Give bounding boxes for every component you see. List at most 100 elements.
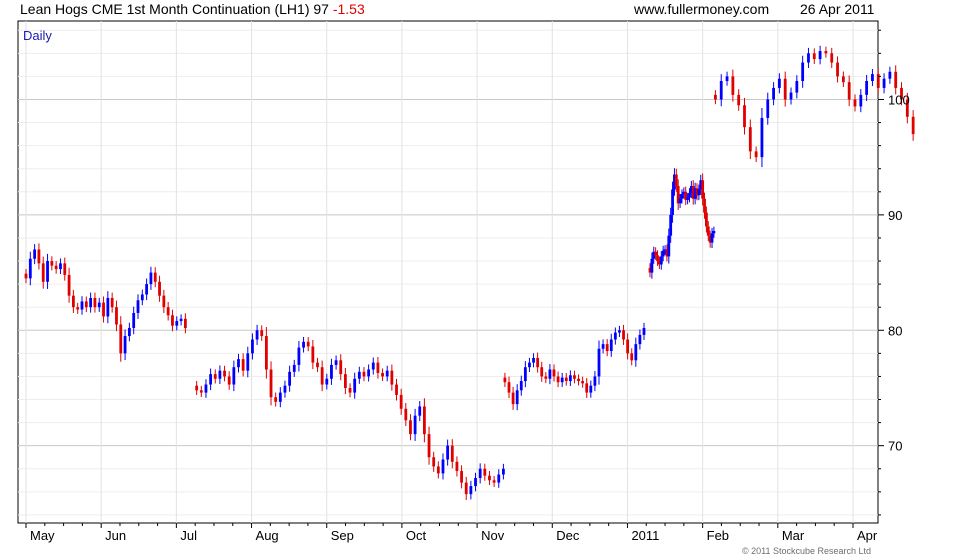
candle-body bbox=[630, 353, 634, 361]
candle-body bbox=[334, 360, 338, 365]
candle-body bbox=[260, 330, 264, 337]
candle-body bbox=[404, 408, 408, 421]
candle-body bbox=[33, 249, 37, 259]
candle-body bbox=[577, 378, 580, 382]
candle-body bbox=[232, 367, 236, 385]
candle-body bbox=[731, 76, 735, 95]
period-label: Daily bbox=[23, 28, 52, 43]
candle-body bbox=[357, 371, 361, 379]
candle-body bbox=[674, 174, 678, 187]
candle-body bbox=[136, 300, 140, 313]
candle-body bbox=[297, 347, 301, 365]
candle-body bbox=[123, 336, 127, 354]
candle-body bbox=[367, 369, 371, 377]
candle-body bbox=[622, 330, 625, 340]
candle-body bbox=[686, 197, 689, 200]
candle-body bbox=[432, 457, 436, 467]
candle-body bbox=[63, 263, 67, 275]
candle-body bbox=[171, 315, 174, 326]
candle-body bbox=[871, 74, 874, 82]
candle-body bbox=[288, 371, 292, 386]
candle-body bbox=[246, 353, 250, 371]
candle-body bbox=[601, 344, 605, 349]
candle-body bbox=[446, 445, 450, 460]
candle-body bbox=[436, 466, 440, 474]
candle-body bbox=[766, 99, 770, 118]
candle-body bbox=[540, 367, 544, 377]
candle-body bbox=[353, 378, 357, 393]
candle-body bbox=[748, 127, 752, 152]
y-axis: 70 80 90 100 bbox=[878, 29, 910, 516]
y-tick-label: 100 bbox=[888, 92, 910, 107]
candle-body bbox=[278, 392, 282, 402]
candle-body bbox=[609, 339, 613, 352]
candle-body bbox=[409, 420, 412, 435]
candle-body bbox=[325, 378, 329, 385]
candle-body bbox=[503, 377, 507, 383]
candle-body bbox=[302, 341, 305, 348]
candle-body bbox=[560, 377, 564, 383]
candle-body bbox=[251, 339, 254, 354]
candle-body bbox=[469, 486, 473, 495]
candle-body bbox=[395, 384, 398, 395]
candle-body bbox=[175, 321, 179, 326]
candle-body bbox=[859, 94, 863, 107]
candle-body bbox=[371, 362, 375, 370]
candle-body bbox=[460, 471, 463, 483]
candle-body bbox=[362, 371, 366, 377]
candle-body bbox=[488, 475, 491, 481]
candle-body bbox=[127, 327, 131, 337]
candle-body bbox=[777, 78, 781, 88]
candle-body bbox=[703, 198, 706, 213]
candle-body bbox=[642, 327, 646, 335]
candle-body bbox=[911, 116, 915, 135]
candle-body bbox=[84, 301, 88, 308]
candle-body bbox=[737, 94, 741, 106]
candle-body bbox=[783, 78, 787, 100]
candle-body bbox=[894, 71, 898, 88]
candle-body bbox=[483, 468, 487, 476]
candle-body bbox=[697, 189, 701, 196]
candle-body bbox=[274, 397, 278, 402]
candle-body bbox=[544, 376, 548, 379]
candle-body bbox=[743, 105, 746, 128]
candle-body bbox=[149, 272, 153, 285]
candle-body bbox=[552, 369, 556, 377]
candle-body bbox=[634, 344, 638, 361]
candle-body bbox=[585, 383, 589, 393]
candle-body bbox=[153, 272, 157, 282]
x-tick-label: Jun bbox=[105, 528, 126, 543]
candle-body bbox=[204, 384, 208, 393]
candle-body bbox=[441, 459, 445, 474]
candle-body bbox=[339, 360, 343, 375]
candle-body bbox=[464, 482, 468, 495]
candle-body bbox=[227, 376, 231, 385]
candle-body bbox=[67, 274, 71, 296]
candle-body bbox=[54, 265, 58, 270]
candle-body bbox=[76, 307, 80, 310]
candle-body bbox=[789, 92, 793, 100]
candle-body bbox=[593, 376, 597, 386]
copyright-text: © 2011 Stockcube Research Ltd bbox=[742, 546, 872, 556]
candle-body bbox=[613, 332, 617, 340]
candle-body bbox=[209, 374, 213, 385]
candle-body bbox=[330, 364, 333, 379]
candle-body bbox=[853, 99, 857, 107]
candle-body bbox=[656, 255, 659, 262]
x-tick-label: Oct bbox=[406, 528, 427, 543]
candle-body bbox=[348, 387, 352, 393]
y-tick-label: 90 bbox=[888, 208, 902, 223]
candle-body bbox=[725, 76, 729, 82]
candle-body bbox=[241, 359, 245, 371]
candle-body bbox=[320, 367, 324, 385]
candle-body bbox=[760, 117, 764, 158]
candle-body bbox=[71, 295, 75, 308]
candle-body bbox=[589, 385, 593, 393]
candle-body bbox=[507, 382, 511, 393]
x-tick-label: Mar bbox=[782, 528, 805, 543]
candle-body bbox=[638, 334, 642, 345]
candle-body bbox=[519, 381, 523, 391]
candle-body bbox=[264, 336, 268, 370]
candle-body bbox=[292, 364, 296, 372]
candle-body bbox=[710, 233, 714, 243]
